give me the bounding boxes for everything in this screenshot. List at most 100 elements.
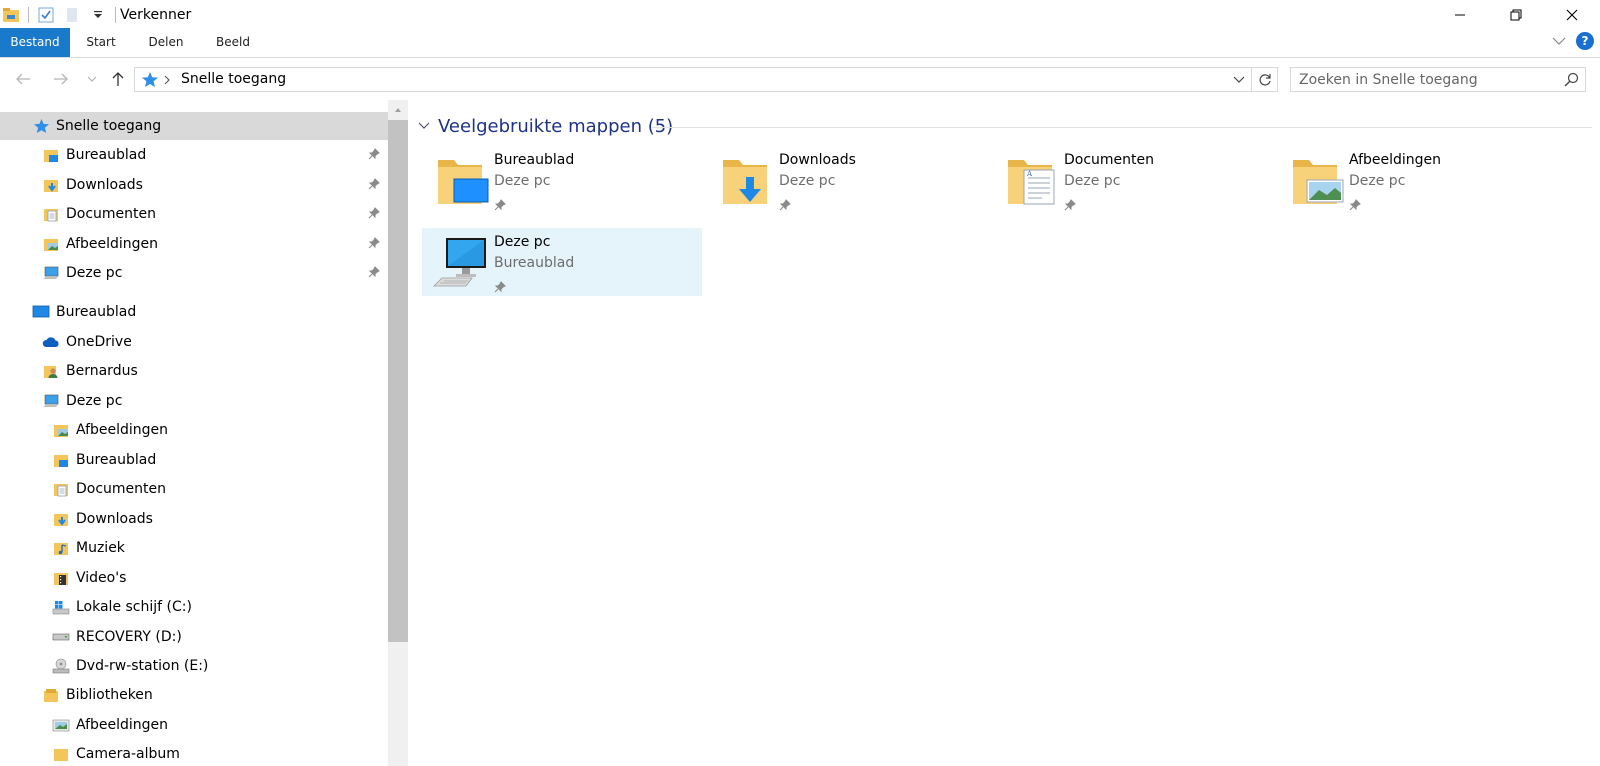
nav-tree-muziek[interactable]: Muziek	[0, 534, 388, 562]
nav-tree-documenten[interactable]: Documenten	[0, 475, 388, 503]
pin-icon[interactable]	[494, 196, 506, 215]
customize-toolbar-icon[interactable]	[89, 6, 107, 24]
search-input[interactable]	[1291, 68, 1551, 91]
pictures-folder-icon	[42, 235, 60, 253]
ribbon-tabs: Bestand Start Delen Beeld ?	[0, 28, 1600, 58]
close-button[interactable]	[1544, 0, 1600, 30]
refresh-icon	[1259, 73, 1271, 85]
tile-name: Deze pc	[494, 234, 551, 250]
nav-item-snelle-toegang[interactable]: Snelle toegang	[0, 112, 388, 140]
nav-pinned-deze-pc[interactable]: Deze pc	[0, 259, 388, 287]
back-button[interactable]	[10, 64, 36, 94]
nav-tree-onedrive[interactable]: OneDrive	[0, 328, 388, 356]
nav-item-label: Dvd-rw-station (E:)	[76, 658, 209, 674]
nav-item-label: Downloads	[76, 511, 153, 527]
tab-delen[interactable]: Delen	[138, 28, 194, 57]
pin-icon[interactable]	[1064, 196, 1076, 215]
address-toolbar: Snelle toegang	[0, 64, 1600, 94]
music-folder-icon	[52, 539, 70, 557]
tile-documenten[interactable]: A Documenten Deze pc	[992, 146, 1272, 214]
desktop-folder-icon	[42, 146, 60, 164]
tab-bestand[interactable]: Bestand	[0, 28, 70, 57]
nav-tree-recovery[interactable]: RECOVERY (D:)	[0, 623, 388, 651]
breadcrumb-current[interactable]: Snelle toegang	[181, 68, 286, 91]
help-icon[interactable]: ?	[1576, 32, 1594, 50]
desktop-folder-icon	[52, 451, 70, 469]
onedrive-icon	[42, 333, 60, 351]
restore-button[interactable]	[1488, 0, 1544, 30]
tile-location: Deze pc	[494, 173, 551, 189]
pin-icon[interactable]	[368, 148, 380, 164]
nav-tree-dvd-station[interactable]: Dvd-rw-station (E:)	[0, 652, 388, 680]
refresh-button[interactable]	[1251, 68, 1277, 91]
nav-item-label: Afbeeldingen	[76, 422, 169, 438]
nav-tree-lokale-schijf[interactable]: Lokale schijf (C:)	[0, 593, 388, 621]
computer-icon	[433, 238, 486, 287]
nav-pinned-bureaublad[interactable]: Bureaublad	[0, 141, 388, 169]
address-bar[interactable]: Snelle toegang	[134, 67, 1278, 92]
nav-tree-downloads[interactable]: Downloads	[0, 505, 388, 533]
tab-beeld[interactable]: Beeld	[206, 28, 260, 57]
back-arrow-icon	[16, 73, 30, 85]
up-button[interactable]	[106, 64, 130, 94]
address-dropdown-icon[interactable]	[1233, 68, 1245, 91]
documents-folder-icon	[52, 480, 70, 498]
dvd-drive-icon	[52, 657, 70, 675]
ribbon-right-controls: ?	[1552, 32, 1594, 50]
nav-tree-bureaublad-folder[interactable]: Bureaublad	[0, 446, 388, 474]
pin-icon[interactable]	[368, 178, 380, 194]
nav-tree-afbeeldingen[interactable]: Afbeeldingen	[0, 416, 388, 444]
nav-tree-bernardus[interactable]: Bernardus	[0, 357, 388, 385]
nav-tree-bibliotheken[interactable]: Bibliotheken	[0, 681, 388, 709]
nav-tree-camera-album[interactable]: Camera-album	[0, 740, 388, 766]
nav-pinned-documenten[interactable]: Documenten	[0, 200, 388, 228]
nav-item-label: Documenten	[66, 206, 157, 222]
forward-button[interactable]	[48, 64, 74, 94]
tile-location: Deze pc	[1349, 173, 1406, 189]
nav-tree-deze-pc[interactable]: Deze pc	[0, 387, 388, 415]
nav-item-label: Deze pc	[66, 265, 123, 281]
tile-downloads[interactable]: Downloads Deze pc	[707, 146, 987, 214]
toolbar-divider	[115, 7, 116, 23]
tile-location: Bureaublad	[494, 255, 575, 271]
pin-icon[interactable]	[368, 237, 380, 253]
downloads-folder-icon	[723, 160, 767, 204]
close-icon	[1566, 9, 1578, 21]
tile-afbeeldingen[interactable]: Afbeeldingen Deze pc	[1277, 146, 1557, 214]
tile-location: Deze pc	[779, 173, 836, 189]
chevron-down-icon	[87, 76, 97, 82]
nav-tree-lib-afbeeldingen[interactable]: Afbeeldingen	[0, 711, 388, 739]
pin-icon[interactable]	[494, 278, 506, 297]
pin-icon[interactable]	[779, 196, 791, 215]
tile-deze-pc[interactable]: Deze pc Bureaublad	[422, 228, 702, 296]
drive-icon	[52, 628, 70, 646]
chevron-down-icon[interactable]	[418, 122, 430, 130]
content-pane: Veelgebruikte mappen (5) Bureaublad Deze…	[408, 100, 1600, 766]
tile-bureaublad[interactable]: Bureaublad Deze pc	[422, 146, 702, 214]
search-box[interactable]	[1290, 67, 1586, 92]
pin-icon[interactable]	[1349, 196, 1361, 215]
nav-tree-bureaublad[interactable]: Bureaublad	[0, 298, 388, 326]
new-folder-icon[interactable]	[63, 6, 81, 24]
group-header[interactable]: Veelgebruikte mappen (5)	[418, 114, 673, 138]
scroll-up-arrow-icon[interactable]	[388, 100, 408, 120]
libraries-icon	[42, 686, 60, 704]
svg-text:A: A	[1026, 170, 1033, 178]
search-icon[interactable]	[1564, 72, 1579, 91]
nav-item-label: Afbeeldingen	[76, 717, 169, 733]
folder-icon	[52, 745, 70, 763]
nav-pinned-afbeeldingen[interactable]: Afbeeldingen	[0, 230, 388, 258]
scrollbar-thumb[interactable]	[388, 120, 408, 642]
nav-item-label: Downloads	[66, 177, 143, 193]
nav-tree-videos[interactable]: Video's	[0, 564, 388, 592]
tab-start[interactable]: Start	[74, 28, 128, 57]
nav-pinned-downloads[interactable]: Downloads	[0, 171, 388, 199]
pin-icon[interactable]	[368, 266, 380, 282]
pin-icon[interactable]	[368, 207, 380, 223]
minimize-button[interactable]	[1432, 0, 1488, 30]
properties-icon[interactable]	[37, 6, 55, 24]
expand-ribbon-icon[interactable]	[1552, 36, 1566, 46]
recent-locations-button[interactable]	[84, 64, 100, 94]
navigation-scrollbar[interactable]	[388, 100, 408, 766]
group-divider	[652, 127, 1592, 128]
